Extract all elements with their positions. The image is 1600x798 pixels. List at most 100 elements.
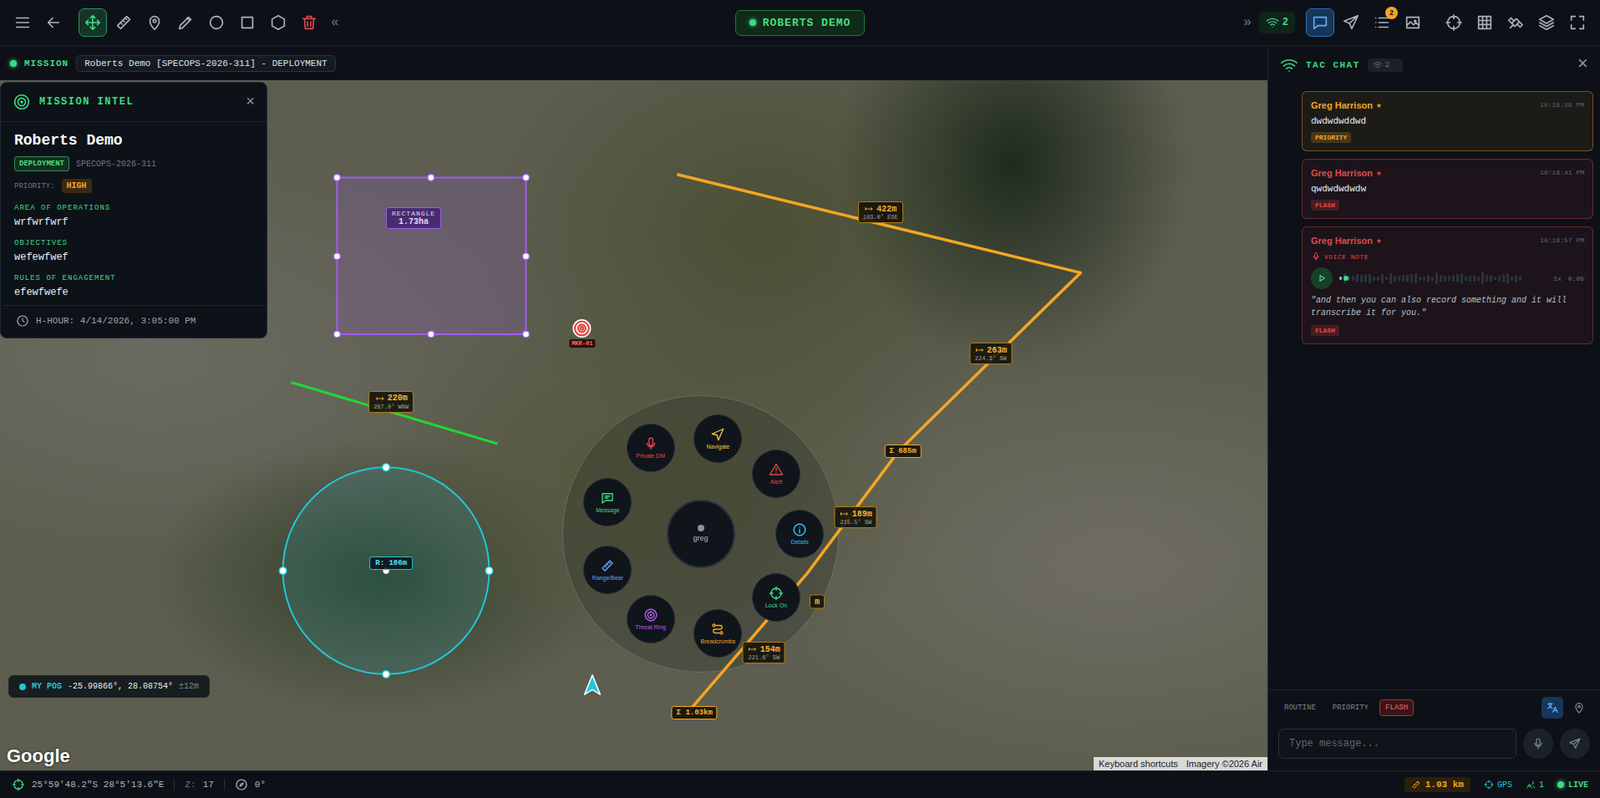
circle-handle[interactable] — [382, 670, 391, 678]
segment-label: m — [809, 594, 825, 609]
distance: m — [814, 596, 820, 606]
draw-icon — [176, 13, 195, 32]
pin-tool[interactable] — [140, 8, 169, 37]
action-label: Navigate — [706, 443, 731, 450]
phase-badge: DEPLOYMENT — [14, 156, 70, 172]
grid-button[interactable] — [1470, 8, 1499, 37]
message-header: Greg Harrison★10:18:41 PM — [1310, 167, 1585, 178]
back-tool[interactable] — [39, 8, 68, 37]
circle-handle[interactable] — [485, 567, 493, 575]
rectangle-shape[interactable] — [336, 177, 526, 335]
tactical-map-app: «ROBERTS DEMO»22MISSIONRoberts Demo [SPE… — [0, 0, 1600, 798]
share-location-button[interactable] — [1568, 696, 1590, 719]
priority-option[interactable]: FLASH — [1379, 699, 1414, 717]
rectangle-handle[interactable] — [333, 330, 341, 338]
expand-toolbar-button[interactable]: » — [1238, 15, 1257, 31]
priority-tag: FLASH — [1310, 199, 1340, 211]
range-action[interactable]: Range/Bear — [583, 545, 632, 595]
tasks-button[interactable]: 2 — [1367, 8, 1397, 37]
wave-bar — [1422, 276, 1426, 281]
breadcrumbs-action[interactable]: Breadcrumbs — [693, 609, 742, 658]
section-value: efewfwefe — [14, 286, 254, 299]
rectangle-handle[interactable] — [523, 253, 530, 260]
draw-tool[interactable] — [171, 8, 200, 37]
rectangle-handle[interactable] — [523, 173, 530, 181]
crosshair-button[interactable] — [1439, 8, 1468, 37]
play-button[interactable] — [1310, 267, 1333, 290]
priority-option[interactable]: PRIORITY — [1326, 699, 1375, 717]
wave-bar — [1485, 274, 1489, 282]
route-line[interactable] — [676, 174, 1081, 715]
distance: 189m — [839, 508, 873, 519]
mission-value: Roberts Demo [SPECOPS-2026-311] - DEPLOY… — [76, 55, 336, 72]
send-button[interactable] — [1336, 8, 1366, 37]
ruler-icon — [1411, 779, 1422, 790]
wave-bar — [1389, 273, 1392, 285]
image-button[interactable] — [1398, 8, 1428, 37]
menu-icon — [13, 13, 32, 32]
priority-option[interactable]: ROUTINE — [1278, 699, 1322, 717]
wave-bar — [1435, 272, 1438, 285]
title-area: ROBERTS DEMO — [735, 10, 866, 36]
top-toolbar: «ROBERTS DEMO»22 — [0, 0, 1600, 46]
rectangle-handle[interactable] — [333, 253, 341, 260]
playback-speed[interactable]: 1x — [1553, 274, 1562, 283]
my-position: MY POS-25.99866°, 28.08754°±12m — [8, 675, 210, 698]
translate-button[interactable] — [1541, 696, 1564, 719]
mic-action[interactable]: Private DM — [626, 423, 676, 473]
message-input[interactable] — [1278, 728, 1517, 759]
circle-shape[interactable] — [283, 467, 490, 675]
message-list: Greg Harrison★10:18:28 PMdwdwdwddwdPRIOR… — [1268, 84, 1600, 690]
cursor-coordinates: 25°59'48.2"S 28°5'13.6"E — [31, 779, 164, 790]
radial-menu-center[interactable]: greg — [666, 499, 736, 569]
menu-tool[interactable] — [8, 8, 37, 37]
rectangle-tool[interactable] — [233, 8, 262, 37]
message-action[interactable]: Message — [583, 477, 632, 527]
waveform[interactable] — [1339, 269, 1547, 287]
close-chat-button[interactable]: × — [1577, 55, 1589, 75]
circle-handle[interactable] — [279, 567, 287, 575]
bearing: 224.3° SW — [974, 355, 1007, 362]
delete-tool[interactable] — [294, 8, 324, 37]
measure-tool[interactable] — [109, 8, 138, 37]
measure-line[interactable] — [290, 382, 498, 445]
intel-section: OBJECTIVESwefewfwef — [14, 238, 254, 264]
wave-bar — [1481, 272, 1484, 285]
heading: 0° — [254, 779, 266, 790]
keyboard-shortcuts-link[interactable]: Keyboard shortcuts — [1098, 758, 1179, 769]
fullscreen-button[interactable] — [1563, 8, 1592, 37]
rectangle-handle[interactable] — [333, 173, 341, 181]
layers-button[interactable] — [1532, 8, 1561, 37]
chat-button[interactable] — [1305, 8, 1335, 37]
wave-bar — [1498, 275, 1501, 282]
map-marker[interactable]: MKR-01 — [568, 319, 595, 348]
rectangle-handle[interactable] — [427, 330, 435, 338]
circle-tool[interactable] — [202, 8, 231, 37]
map-view[interactable]: RECTANGLE1.73haR: 106m220m287.0° WNW422m… — [0, 80, 1268, 771]
rectangle-handle[interactable] — [523, 330, 530, 338]
back-icon — [44, 13, 63, 32]
details-action[interactable]: Details — [775, 509, 824, 559]
star: ★ — [1376, 167, 1382, 178]
status-dot — [749, 19, 757, 26]
navigate-action[interactable]: Navigate — [693, 414, 742, 463]
send-button[interactable] — [1559, 728, 1590, 759]
play-icon — [1315, 271, 1329, 285]
alert-action[interactable]: Alert — [751, 449, 801, 498]
wave-bar — [1464, 276, 1468, 281]
threat-action[interactable]: Threat Ring — [626, 594, 676, 644]
rectangle-handle[interactable] — [427, 173, 435, 181]
pan-tool[interactable] — [78, 8, 107, 37]
user-position[interactable] — [580, 672, 605, 701]
polygon-tool[interactable] — [264, 8, 293, 37]
satellite-button[interactable] — [1501, 8, 1530, 37]
record-button[interactable] — [1523, 728, 1554, 759]
progress-knob[interactable] — [1343, 275, 1349, 281]
wave-bar — [1397, 275, 1401, 281]
lockon-action[interactable]: Lock On — [751, 573, 801, 622]
close-button[interactable]: × — [245, 94, 255, 110]
fullscreen-icon — [1568, 13, 1587, 32]
circle-handle[interactable] — [382, 463, 391, 472]
collapse-toolbar-button[interactable]: « — [325, 15, 345, 31]
wave-bar — [1443, 275, 1447, 282]
